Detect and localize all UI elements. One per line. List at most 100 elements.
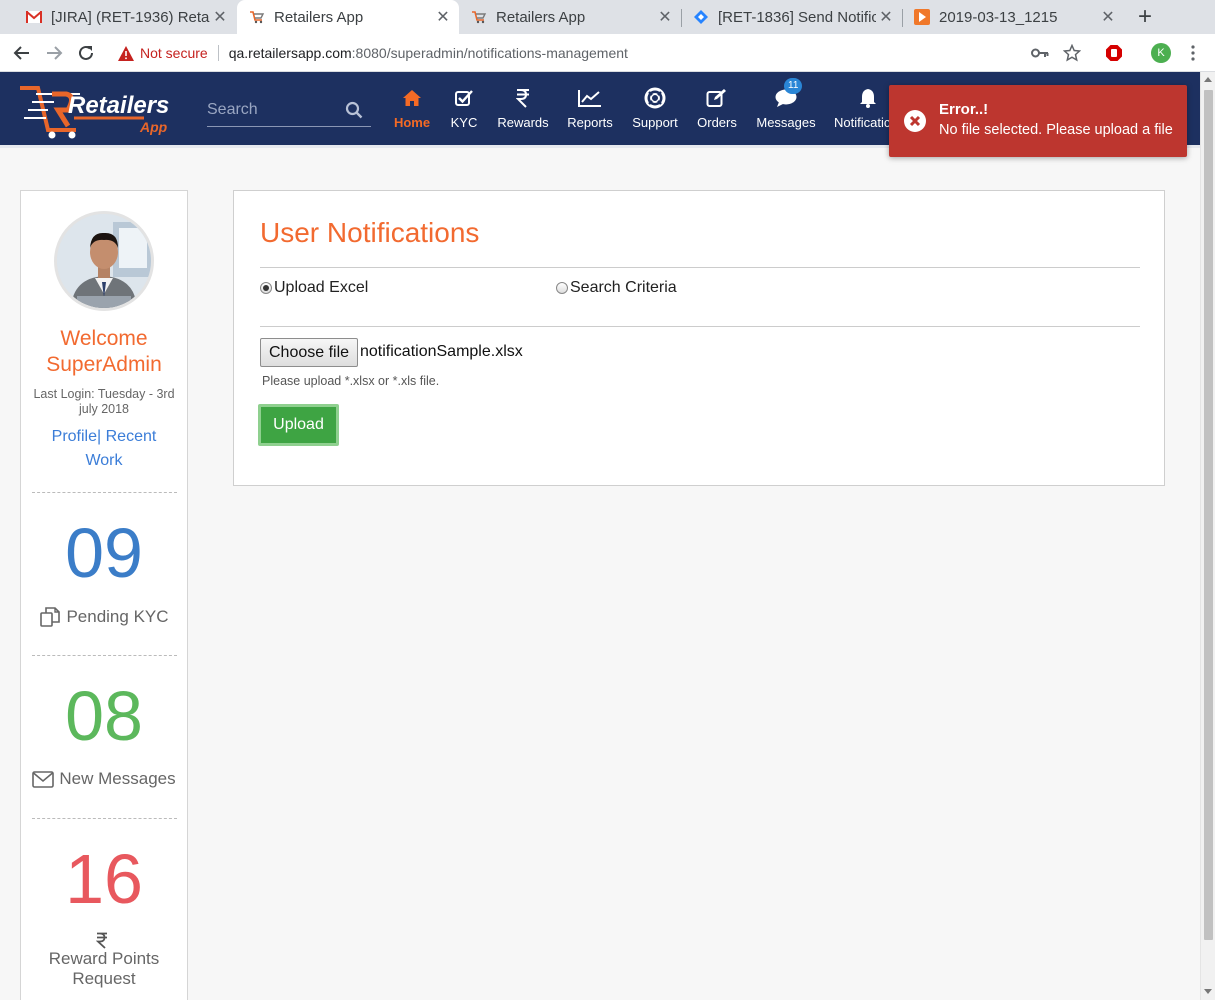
upload-hint: Please upload *.xlsx or *.xls file. xyxy=(262,374,440,388)
upload-button[interactable]: Upload xyxy=(258,404,339,446)
radio-search-criteria[interactable]: Search Criteria xyxy=(556,279,677,297)
stat-label-text: New Messages xyxy=(59,769,176,788)
search-icon[interactable] xyxy=(345,101,363,124)
profile-initial: K xyxy=(1151,43,1171,63)
nav-home[interactable]: Home xyxy=(392,86,432,134)
forward-arrow-icon[interactable] xyxy=(42,41,66,65)
scroll-down-arrow-icon[interactable] xyxy=(1204,989,1212,994)
search-input[interactable] xyxy=(207,97,337,123)
page-title: User Notifications xyxy=(260,217,480,248)
rupee-icon xyxy=(95,932,113,949)
toast-title: Error..! xyxy=(939,101,989,118)
error-circle-icon xyxy=(904,110,926,137)
reward-points-label[interactable]: Reward Points Request xyxy=(21,932,187,989)
adblock-stop-icon[interactable] xyxy=(1102,41,1126,65)
radio-label: Search Criteria xyxy=(570,279,677,296)
profile-sidebar: Welcome SuperAdmin Last Login: Tuesday -… xyxy=(20,190,188,1000)
lifebuoy-icon xyxy=(644,86,666,110)
pending-kyc-label[interactable]: Pending KYC xyxy=(21,606,187,628)
browser-tab-jira[interactable]: [RET-1836] Send Notific ✕ xyxy=(681,0,902,34)
welcome-text: Welcome SuperAdmin xyxy=(46,327,162,376)
new-messages-label[interactable]: New Messages xyxy=(21,769,187,789)
sidebar-divider xyxy=(32,818,177,819)
tab-title: Retailers App xyxy=(496,8,586,26)
url-host: qa.retailersapp.com xyxy=(228,45,352,61)
radio-upload-excel[interactable]: Upload Excel xyxy=(260,279,368,297)
nav-rewards[interactable]: Rewards xyxy=(496,86,550,134)
nav-messages[interactable]: 11 Messages xyxy=(755,78,817,134)
home-icon xyxy=(402,86,422,110)
panel-divider xyxy=(260,267,1140,268)
stat-label-text: Pending KYC xyxy=(66,607,169,626)
radio-label: Upload Excel xyxy=(274,279,369,296)
key-icon[interactable] xyxy=(1028,41,1052,65)
nav-reports[interactable]: Reports xyxy=(565,86,615,134)
profile-avatar[interactable]: K xyxy=(1149,41,1173,65)
selected-file-name: notificationSample.xlsx xyxy=(360,343,523,360)
browser-tab-video[interactable]: 2019-03-13_1215 ✕ xyxy=(902,0,1124,34)
nav-label: Notificatic xyxy=(834,115,891,130)
nav-orders[interactable]: Orders xyxy=(696,86,738,134)
nav-label: KYC xyxy=(450,115,478,130)
chat-icon: 11 xyxy=(774,78,803,110)
nav-label: Support xyxy=(632,115,678,130)
profile-link[interactable]: Profile| xyxy=(52,428,102,445)
choose-file-button[interactable]: Choose file xyxy=(260,338,359,367)
stat-label-text: Reward Points Request xyxy=(48,949,160,988)
reward-points-count[interactable]: 16 xyxy=(21,843,187,915)
tab-close-icon[interactable]: ✕ xyxy=(655,7,675,27)
security-label[interactable]: Not secure xyxy=(140,45,208,61)
menu-kebab-icon[interactable] xyxy=(1181,41,1205,65)
gmail-icon xyxy=(26,9,42,25)
url-path: :8080/superadmin/notifications-managemen… xyxy=(351,45,628,61)
browser-tab-bar: [JIRA] (RET-1936) Retail ✕ Retailers App… xyxy=(0,0,1215,34)
profile-links: Profile| Recent Work xyxy=(31,425,177,473)
tab-close-icon[interactable]: ✕ xyxy=(210,7,230,27)
radio-dot-selected[interactable] xyxy=(260,282,272,294)
retailers-cart-icon xyxy=(249,9,265,25)
bookmark-star-icon[interactable] xyxy=(1060,41,1084,65)
messages-count-badge: 11 xyxy=(784,78,803,94)
new-tab-button[interactable]: + xyxy=(1133,3,1157,31)
user-notifications-panel: User Notifications Upload Excel Search C… xyxy=(233,190,1165,486)
sidebar-divider xyxy=(32,655,177,656)
nav-label: Orders xyxy=(697,115,737,130)
tab-title: Retailers App xyxy=(274,8,364,26)
checkbox-icon xyxy=(454,86,474,110)
retailers-app-logo[interactable]: Retailers App xyxy=(18,80,178,140)
toast-message: No file selected. Please upload a file xyxy=(939,122,1173,138)
video-play-icon xyxy=(914,9,930,25)
scroll-up-arrow-icon[interactable] xyxy=(1204,77,1212,82)
logo-main-text: Retailers xyxy=(68,92,169,119)
nav-label: Home xyxy=(393,115,431,130)
line-chart-icon xyxy=(578,86,602,110)
jira-icon xyxy=(693,9,709,25)
tab-title: 2019-03-13_1215 xyxy=(939,8,1058,26)
nav-support[interactable]: Support xyxy=(631,86,679,134)
envelope-icon xyxy=(32,770,59,788)
tab-close-icon[interactable]: ✕ xyxy=(1098,7,1118,27)
reload-icon[interactable] xyxy=(74,41,98,65)
copy-icon xyxy=(39,606,66,628)
nav-kyc[interactable]: KYC xyxy=(448,86,480,134)
back-arrow-icon[interactable] xyxy=(10,41,34,65)
url-divider xyxy=(217,45,219,61)
error-toast[interactable]: Error..! No file selected. Please upload… xyxy=(889,85,1187,157)
nav-label: Messages xyxy=(756,115,816,130)
radio-dot[interactable] xyxy=(556,282,568,294)
new-messages-count[interactable]: 08 xyxy=(21,680,187,752)
browser-tab-retailers[interactable]: Retailers App ✕ xyxy=(459,0,681,34)
avatar xyxy=(54,211,154,311)
tab-title: [RET-1836] Send Notific xyxy=(718,8,876,26)
browser-tab-jira-gmail[interactable]: [JIRA] (RET-1936) Retail ✕ xyxy=(14,0,236,34)
browser-tab-retailers-active[interactable]: Retailers App ✕ xyxy=(237,0,459,34)
pending-kyc-count[interactable]: 09 xyxy=(21,517,187,589)
tab-close-icon[interactable]: ✕ xyxy=(433,7,453,27)
rupee-icon xyxy=(516,86,530,110)
tab-close-icon[interactable]: ✕ xyxy=(876,7,896,27)
nav-label: Rewards xyxy=(497,115,549,130)
address-bar[interactable]: Not secure qa.retailersapp.com:8080/supe… xyxy=(108,38,1108,68)
sidebar-divider xyxy=(32,492,177,493)
scrollbar-thumb[interactable] xyxy=(1204,90,1213,940)
page-scrollbar[interactable] xyxy=(1200,72,1215,1000)
